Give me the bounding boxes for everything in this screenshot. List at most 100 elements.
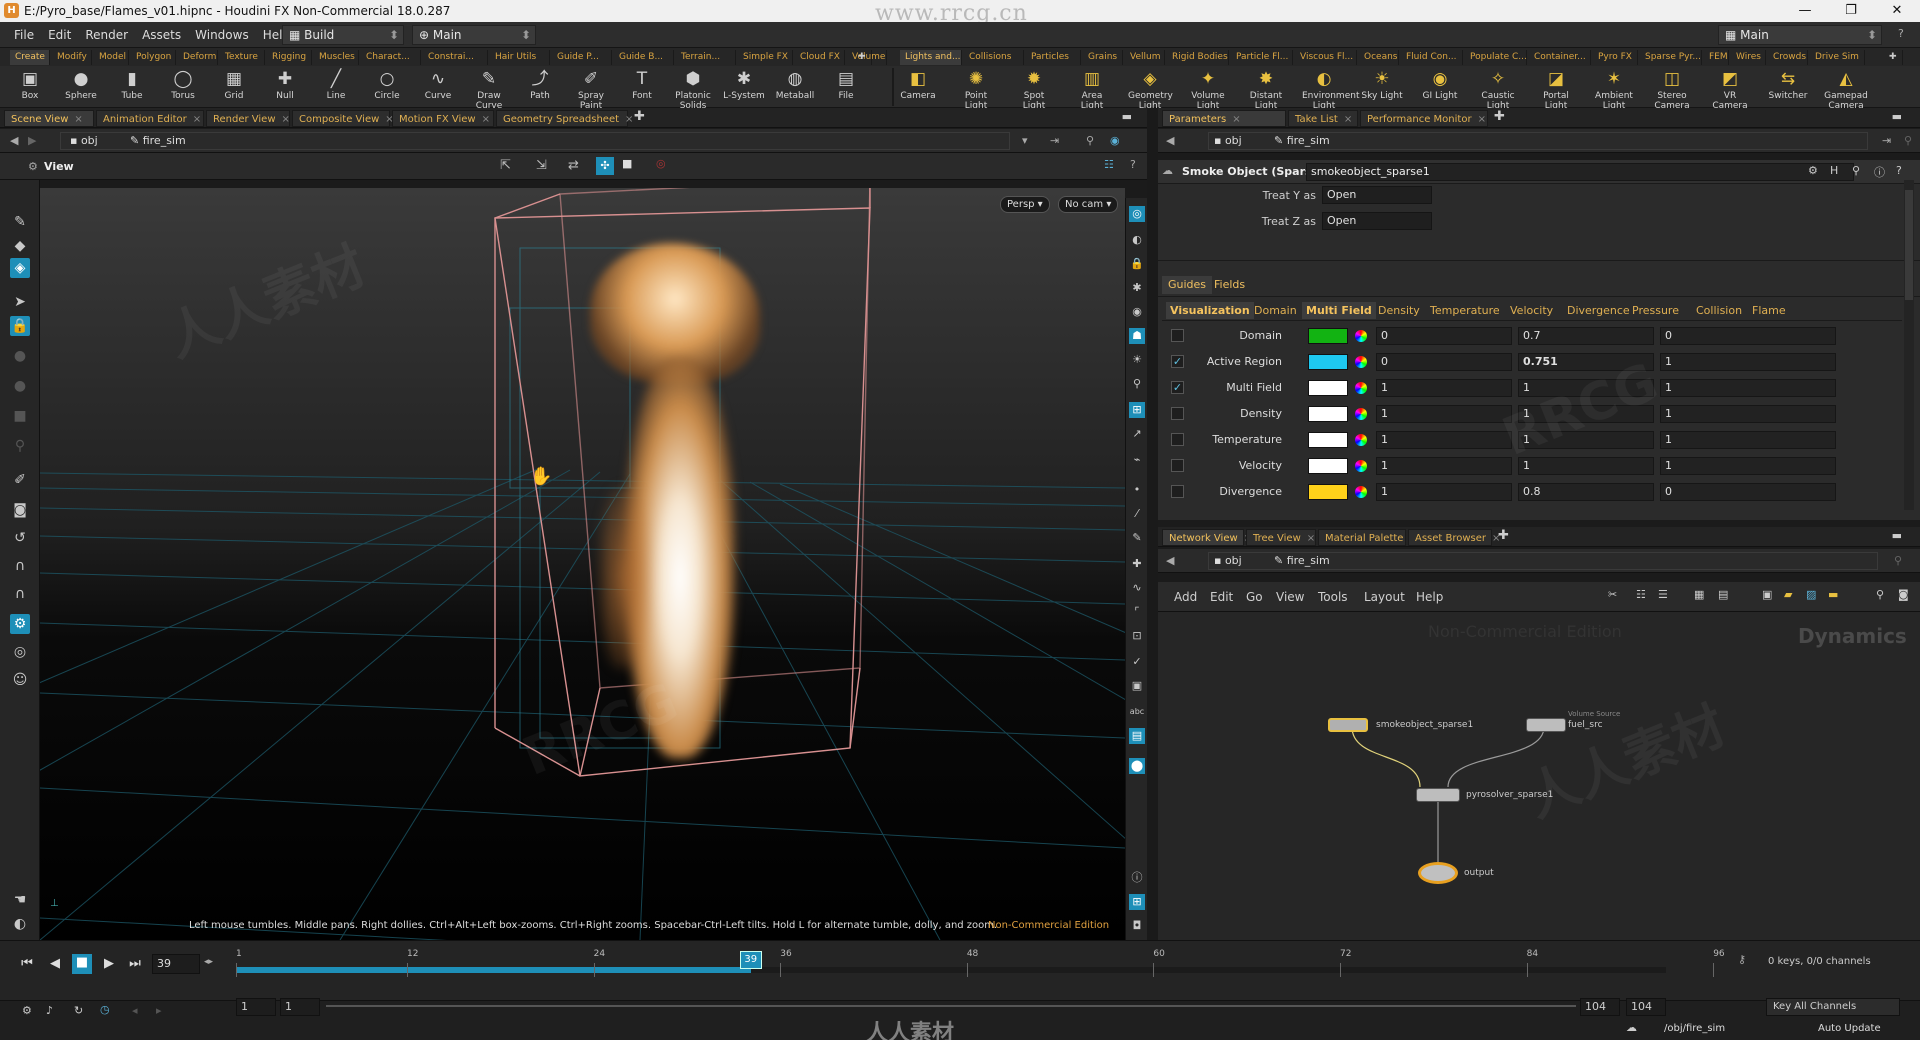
vis-tab[interactable]: Density (1374, 302, 1424, 319)
shelf-tab[interactable]: Vellum (1125, 50, 1165, 65)
cross-icon[interactable]: ✚ (1129, 556, 1145, 572)
value-field-2[interactable]: 0.751 (1518, 353, 1654, 371)
net-menu-layout[interactable]: Layout (1364, 590, 1405, 604)
shelf-tab[interactable]: Rigid Bodies (1167, 50, 1229, 65)
normal-icon[interactable]: ↗ (1129, 426, 1145, 442)
minimize-button[interactable]: — (1782, 0, 1828, 22)
close-icon[interactable]: × (625, 114, 633, 125)
tool-font[interactable]: T Font (620, 68, 664, 106)
camera-tool-icon[interactable]: ◙ (10, 500, 30, 520)
net-menu-add[interactable]: Add (1174, 590, 1197, 604)
bone-icon[interactable]: ⌁ (1129, 452, 1145, 468)
current-frame-marker[interactable]: 39 (739, 951, 762, 969)
close-icon[interactable]: × (74, 114, 82, 125)
tool-portal-light[interactable]: ◪ Portal Light (1534, 68, 1578, 111)
shelf-tab[interactable]: Modify (52, 50, 92, 65)
pane-tab[interactable]: Composite View × (292, 110, 394, 127)
shelf-tab[interactable]: Cloud FX (795, 50, 845, 65)
maximize-button[interactable]: ❐ (1828, 0, 1874, 22)
list-icon[interactable]: ☰ (1658, 588, 1668, 601)
tool-spray-paint[interactable]: ✐ Spray Paint (569, 68, 613, 111)
tool-environment-light[interactable]: ◐ Environment Light (1302, 68, 1359, 111)
back-arrow-icon[interactable]: ◀ (1166, 553, 1174, 569)
vis-tab[interactable]: Flame (1748, 302, 1790, 319)
display-mode-icon[interactable]: ◎ (1129, 206, 1145, 222)
shelf-tab[interactable]: Guide P... (552, 50, 612, 65)
value-field-3[interactable]: 1 (1660, 431, 1836, 449)
chat-icon[interactable]: ☁ (1626, 1021, 1637, 1034)
vis-tab[interactable]: Pressure (1628, 302, 1683, 319)
vis-tab[interactable]: Multi Field (1302, 302, 1376, 319)
scene-viewport[interactable]: ✋ Persp ▾ No cam ▾ ⊥ Left mouse tumbles.… (40, 188, 1125, 940)
camera-menu[interactable]: No cam ▾ (1058, 196, 1119, 213)
value-field-1[interactable]: 1 (1376, 457, 1512, 475)
tool-sphere[interactable]: ● Sphere (59, 68, 103, 106)
person-icon[interactable]: ☺ (10, 670, 30, 690)
row-checkbox[interactable] (1171, 485, 1184, 498)
tool-tube[interactable]: ▮ Tube (110, 68, 154, 106)
value-field-1[interactable]: 1 (1376, 483, 1512, 501)
menu-assets[interactable]: Assets (142, 28, 181, 42)
tool-line[interactable]: ╱ Line (314, 68, 358, 106)
vis-icon[interactable]: ☗ (1129, 328, 1145, 344)
range-end-field[interactable]: 104 (1580, 998, 1620, 1016)
value-field-3[interactable]: 1 (1660, 379, 1836, 397)
tool-vr-camera[interactable]: ◩ VR Camera (1708, 68, 1752, 111)
grid-snap-icon[interactable]: ⊞ (1129, 402, 1145, 418)
stop-button[interactable]: ■ (72, 954, 92, 974)
tool-metaball[interactable]: ◍ Metaball (773, 68, 817, 106)
pane-tab[interactable]: Asset Browser × (1408, 529, 1500, 546)
row-checkbox[interactable] (1171, 329, 1184, 342)
image-icon[interactable]: ▨ (1806, 588, 1816, 601)
shelf-tab[interactable]: Lights and... (900, 50, 962, 65)
row-checkbox[interactable] (1171, 459, 1184, 472)
pencil-icon[interactable]: ✎ (1129, 530, 1145, 546)
close-icon[interactable]: × (482, 114, 490, 125)
shelf-tab[interactable]: Charact... (361, 50, 421, 65)
loop-icon[interactable]: ↻ (74, 1004, 83, 1017)
pane-tab[interactable]: Take List × (1288, 110, 1358, 127)
point-icon[interactable]: ⚲ (1129, 376, 1145, 392)
shelf-tab[interactable]: Terrain... (676, 50, 736, 65)
marker-icon[interactable]: ⬤ (1129, 758, 1145, 774)
shelf-tab[interactable]: Oceans (1359, 50, 1399, 65)
treat-z-menu[interactable]: Open (1322, 212, 1432, 230)
info-icon[interactable]: ⓘ (1874, 164, 1885, 180)
value-field-1[interactable]: 1 (1376, 379, 1512, 397)
bucket-icon[interactable]: ◆ (10, 236, 30, 256)
magnet-icon[interactable]: ∩ (10, 556, 30, 576)
view-cube-icon[interactable]: ◐ (10, 914, 30, 934)
wrench-icon[interactable]: ✂ (1608, 588, 1617, 601)
tool-draw-curve[interactable]: ✎ Draw Curve (467, 68, 511, 111)
tool-geometry-light[interactable]: ◈ Geometry Light (1128, 68, 1173, 111)
tab-guides[interactable]: Guides (1162, 276, 1213, 294)
shading-icon[interactable]: ◐ (1129, 232, 1145, 248)
color-wheel-icon[interactable] (1355, 330, 1367, 342)
prev-key-icon[interactable]: ◂ (132, 1004, 138, 1017)
tool-spot-light[interactable]: ✹ Spot Light (1012, 68, 1056, 111)
snap-icon[interactable]: ✣ (596, 157, 614, 175)
value-field-2[interactable]: 0.8 (1518, 483, 1654, 501)
lock-icon[interactable]: 🔒 (10, 316, 30, 336)
grid-icon[interactable]: ▦ (1694, 588, 1704, 601)
pose-icon[interactable]: ⚲ (10, 436, 30, 456)
net-menu-go[interactable]: Go (1246, 590, 1263, 604)
dot-icon[interactable]: • (1129, 482, 1145, 498)
param-scrollbar[interactable] (1904, 180, 1914, 510)
tool-null[interactable]: ✚ Null (263, 68, 307, 106)
target-icon[interactable]: ◎ (10, 642, 30, 662)
value-field-3[interactable]: 1 (1660, 457, 1836, 475)
tool-area-light[interactable]: ▥ Area Light (1070, 68, 1114, 111)
pane-tab[interactable]: Scene View × (4, 110, 94, 127)
bulb-icon[interactable]: ☀ (1129, 352, 1145, 368)
menu-windows[interactable]: Windows (195, 28, 249, 42)
tool-gamepad-camera[interactable]: ◭ Gamepad Camera (1824, 68, 1868, 111)
tool-l-system[interactable]: ✱ L-System (722, 68, 766, 106)
hda-icon[interactable]: H (1830, 164, 1838, 177)
tool-switcher[interactable]: ⇆ Switcher (1766, 68, 1810, 106)
key-all-channels-menu[interactable]: Key All Channels (1766, 998, 1900, 1016)
key-icon[interactable]: ⚷ (1738, 953, 1746, 966)
net-menu-edit[interactable]: Edit (1210, 590, 1233, 604)
play-button[interactable]: ▶ (100, 955, 118, 973)
help-icon[interactable]: ? (1896, 164, 1902, 177)
